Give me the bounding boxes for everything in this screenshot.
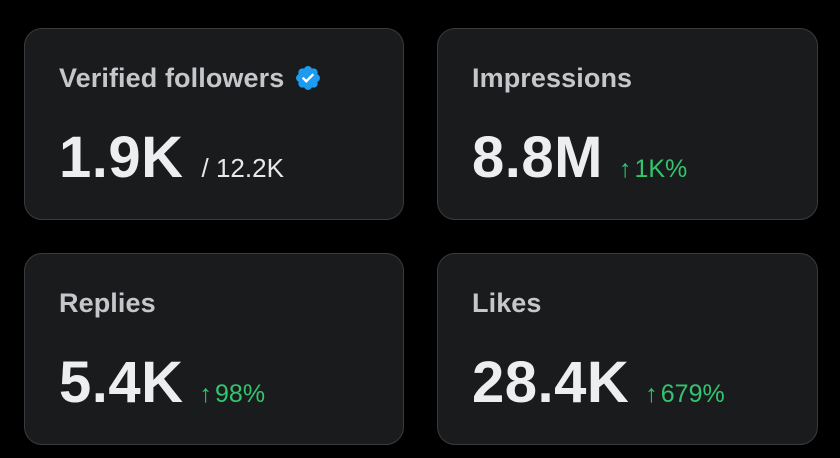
stat-label-row: Verified followers: [59, 61, 322, 95]
stat-value: 28.4K: [472, 350, 630, 415]
stat-value: 5.4K: [59, 350, 184, 415]
stat-total: / 12.2K: [201, 153, 284, 183]
stat-change-value: 98%: [215, 380, 266, 408]
stat-label: Likes: [472, 288, 542, 318]
stat-value: 1.9K: [59, 125, 184, 190]
stat-change: ↑ 679%: [645, 380, 724, 409]
stat-label: Verified followers: [59, 63, 285, 93]
arrow-up-icon: ↑: [199, 380, 213, 408]
stat-card-impressions[interactable]: Impressions 8.8M ↑ 1K%: [437, 28, 818, 220]
stat-value-row: 8.8M ↑ 1K%: [472, 125, 687, 191]
stat-label-row: Likes: [472, 286, 542, 320]
stat-card-verified-followers[interactable]: Verified followers 1.9K / 12.2K: [24, 28, 404, 220]
stat-change-value: 679%: [660, 380, 725, 408]
stat-label-row: Replies: [59, 286, 156, 320]
stat-value-row: 1.9K / 12.2K: [59, 125, 284, 191]
stat-label: Replies: [59, 288, 156, 318]
stat-value-row: 28.4K ↑ 679%: [472, 350, 725, 416]
stat-label-row: Impressions: [472, 61, 632, 95]
stats-grid: Verified followers 1.9K / 12.2K Impressi…: [0, 0, 840, 458]
stat-value-row: 5.4K ↑ 98%: [59, 350, 265, 416]
arrow-up-icon: ↑: [645, 380, 658, 408]
stat-value: 8.8M: [472, 125, 603, 190]
stat-label: Impressions: [472, 63, 633, 93]
stat-card-likes[interactable]: Likes 28.4K ↑ 679%: [437, 253, 818, 445]
stat-change-value: 1K%: [634, 155, 688, 183]
stat-card-replies[interactable]: Replies 5.4K ↑ 98%: [24, 253, 404, 445]
stat-change: ↑ 98%: [200, 380, 266, 409]
arrow-up-icon: ↑: [618, 155, 632, 183]
verified-badge-icon: [296, 66, 321, 90]
stat-change: ↑ 1K%: [619, 155, 687, 184]
